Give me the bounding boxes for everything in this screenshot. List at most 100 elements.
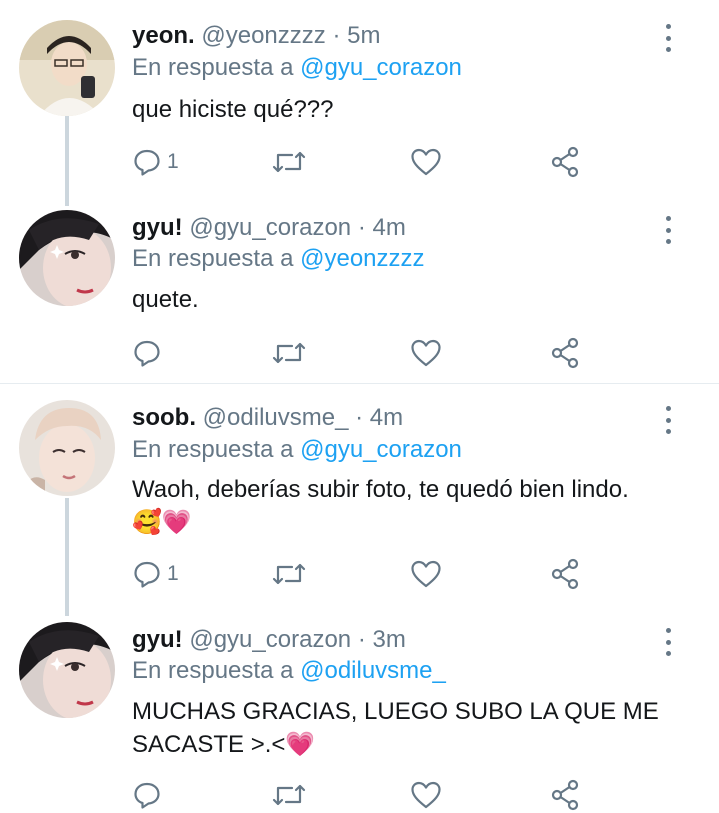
reply-mention-link[interactable]: @gyu_corazon — [300, 54, 462, 81]
retweet-icon — [272, 563, 306, 585]
share-icon — [551, 337, 579, 369]
like-button[interactable] — [410, 557, 442, 591]
reply-button[interactable] — [132, 778, 167, 812]
tweet-emoji: 🥰💗 — [132, 508, 192, 536]
retweet-icon — [272, 151, 306, 173]
tweet-text-content: quete. — [132, 286, 199, 313]
tweet[interactable]: gyu! @gyu_corazon · 4m En respuesta a @y… — [0, 196, 719, 382]
timestamp[interactable]: 4m — [372, 214, 405, 241]
reply-prefix: En respuesta a — [132, 657, 294, 684]
avatar[interactable] — [19, 622, 115, 718]
tweet-header: gyu! @gyu_corazon · 3m — [132, 626, 406, 654]
like-button[interactable] — [410, 145, 442, 179]
share-button[interactable] — [550, 557, 580, 591]
more-options-button[interactable] — [658, 626, 678, 658]
reply-count: 1 — [167, 150, 179, 173]
user-handle[interactable]: @yeonzzzz — [201, 22, 325, 49]
share-button[interactable] — [550, 336, 580, 370]
share-button[interactable] — [550, 145, 580, 179]
tweet[interactable]: soob. @odiluvsme_ · 4m En respuesta a @g… — [0, 384, 719, 602]
tweet-header: soob. @odiluvsme_ · 4m — [132, 404, 403, 432]
heart-icon — [411, 339, 441, 367]
reply-context: En respuesta a @yeonzzzz — [132, 245, 425, 273]
tweet-actions — [132, 778, 602, 812]
reply-mention-link[interactable]: @yeonzzzz — [300, 245, 424, 272]
separator-dot: · — [357, 626, 366, 653]
reply-icon — [134, 782, 160, 809]
more-options-button[interactable] — [658, 214, 678, 246]
share-icon — [551, 146, 579, 178]
heart-icon — [411, 560, 441, 588]
tweet-header: gyu! @gyu_corazon · 4m — [132, 214, 406, 242]
user-handle[interactable]: @gyu_corazon — [189, 626, 351, 653]
timestamp[interactable]: 4m — [370, 404, 403, 431]
retweet-icon — [272, 342, 306, 364]
more-vertical-icon-dot — [665, 639, 671, 645]
tweet-text: que hiciste qué??? — [132, 94, 692, 126]
reply-icon — [134, 340, 160, 367]
tweet-text-content: que hiciste qué??? — [132, 96, 334, 123]
more-vertical-icon — [665, 406, 671, 411]
share-button[interactable] — [550, 778, 580, 812]
more-vertical-icon-dot — [665, 429, 671, 434]
more-options-button[interactable] — [658, 22, 678, 54]
timestamp[interactable]: 3m — [372, 626, 405, 653]
reply-context: En respuesta a @gyu_corazon — [132, 54, 462, 82]
more-vertical-icon-dot — [665, 227, 671, 233]
reply-icon — [134, 561, 160, 588]
reply-context: En respuesta a @gyu_corazon — [132, 436, 462, 464]
retweet-icon — [272, 784, 306, 806]
user-handle[interactable]: @odiluvsme_ — [203, 404, 349, 431]
retweet-button[interactable] — [272, 557, 306, 591]
tweet-actions: 1 — [132, 145, 602, 179]
tweet-text-content: MUCHAS GRACIAS, LUEGO SUBO LA QUE ME SAC… — [132, 698, 659, 758]
separator-dot: · — [332, 22, 341, 49]
display-name[interactable]: gyu! — [132, 214, 183, 241]
like-button[interactable] — [410, 336, 442, 370]
display-name[interactable]: soob. — [132, 404, 196, 431]
retweet-button[interactable] — [272, 145, 306, 179]
tweet[interactable]: yeon. @yeonzzzz · 5m En respuesta a @gyu… — [0, 0, 719, 196]
separator-dot: · — [357, 214, 366, 241]
reply-prefix: En respuesta a — [132, 54, 294, 81]
more-vertical-icon-dot — [665, 35, 671, 41]
tweet-text: MUCHAS GRACIAS, LUEGO SUBO LA QUE ME SAC… — [132, 696, 672, 761]
tweet-text: quete. — [132, 284, 692, 316]
heart-icon — [411, 781, 441, 809]
more-vertical-icon-dot — [665, 417, 671, 423]
reply-count: 1 — [167, 562, 179, 585]
reply-mention-link[interactable]: @odiluvsme_ — [300, 657, 446, 684]
reply-button[interactable]: 1 — [132, 145, 179, 179]
reply-button[interactable] — [132, 336, 167, 370]
reply-context: En respuesta a @odiluvsme_ — [132, 657, 446, 685]
timestamp[interactable]: 5m — [347, 22, 380, 49]
retweet-button[interactable] — [272, 778, 306, 812]
reply-icon — [134, 149, 160, 176]
user-handle[interactable]: @gyu_corazon — [189, 214, 351, 241]
more-vertical-icon-dot — [665, 47, 671, 52]
display-name[interactable]: gyu! — [132, 626, 183, 653]
more-vertical-icon-dot — [665, 651, 671, 656]
tweet-text-content: Waoh, deberías subir foto, te quedó bien… — [132, 476, 629, 503]
separator-dot: · — [355, 404, 364, 431]
more-options-button[interactable] — [658, 404, 678, 436]
avatar[interactable] — [19, 210, 115, 306]
reply-prefix: En respuesta a — [132, 436, 294, 463]
like-button[interactable] — [410, 778, 442, 812]
reply-mention-link[interactable]: @gyu_corazon — [300, 436, 462, 463]
more-vertical-icon — [665, 628, 671, 633]
tweet-actions — [132, 336, 602, 370]
more-vertical-icon — [665, 216, 671, 221]
retweet-button[interactable] — [272, 336, 306, 370]
tweet-text: Waoh, deberías subir foto, te quedó bien… — [132, 474, 692, 538]
tweet-actions: 1 — [132, 557, 602, 591]
avatar[interactable] — [19, 20, 115, 116]
heart-icon — [411, 148, 441, 176]
reply-prefix: En respuesta a — [132, 245, 294, 272]
avatar[interactable] — [19, 400, 115, 496]
reply-button[interactable]: 1 — [132, 557, 179, 591]
tweet-emoji: 💗 — [285, 730, 316, 758]
display-name[interactable]: yeon. — [132, 22, 195, 49]
tweet[interactable]: gyu! @gyu_corazon · 3m En respuesta a @o… — [0, 602, 719, 813]
more-vertical-icon-dot — [665, 239, 671, 244]
